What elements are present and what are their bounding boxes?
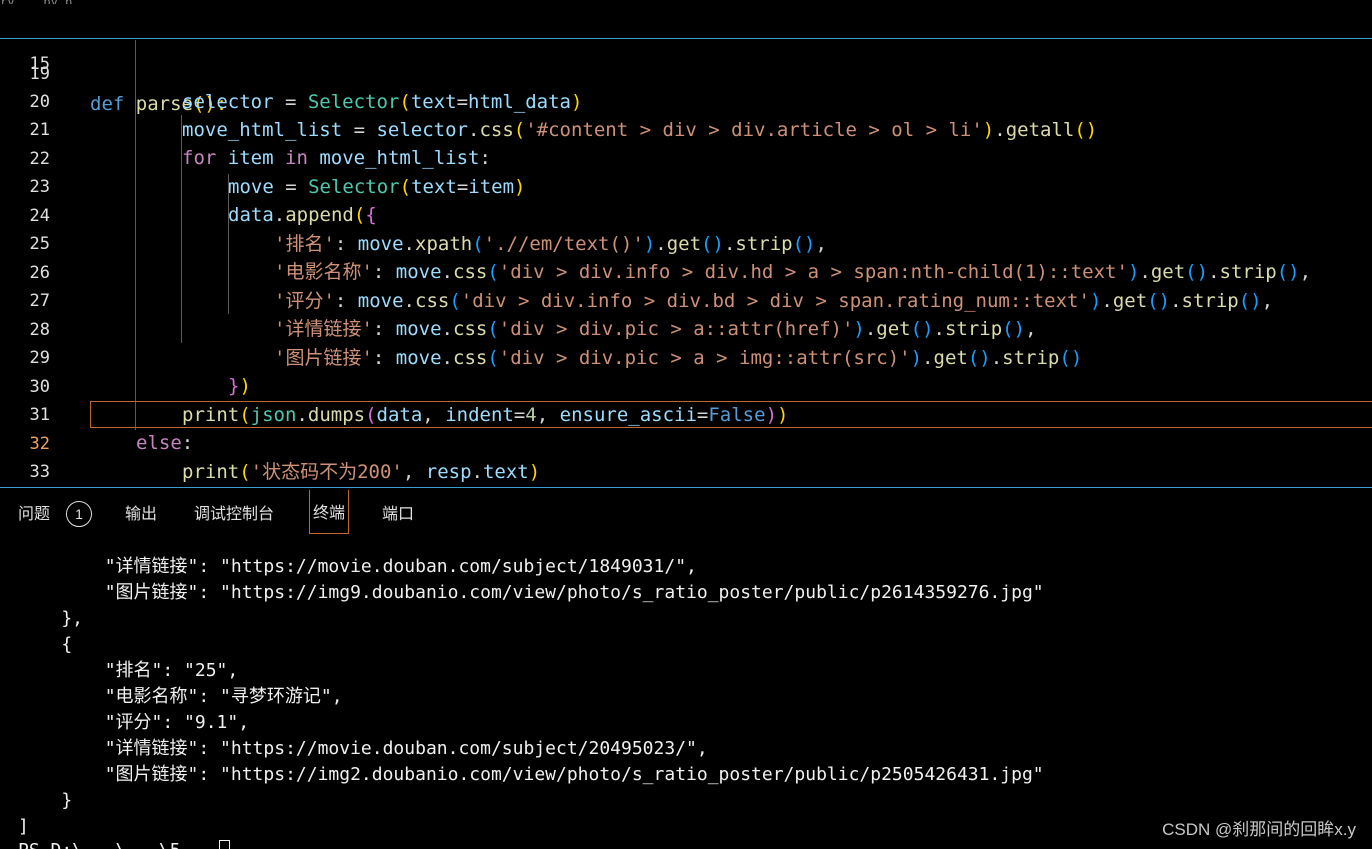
code-line-19[interactable]: 19 selector = Selector(text=html_data)	[0, 31, 1372, 114]
code-line-30[interactable]: 30 print(json.dumps(data, indent=4, ensu…	[0, 344, 1372, 427]
terminal-line: "图片链接": "https://img9.doubanio.com/view/…	[18, 582, 1044, 603]
code-line-27[interactable]: 27 '详情链接': move.css('div > div.pic > a::…	[0, 258, 1372, 341]
tab-ports[interactable]: 端口	[382, 503, 414, 527]
tab-output[interactable]: 输出	[125, 503, 157, 527]
tab-debug-console[interactable]: 调试控制台	[194, 503, 274, 527]
code-editor[interactable]: ry_...py p 15 def parse(): 19 selector =…	[0, 0, 1372, 487]
code-line-22[interactable]: 22 move = Selector(text=item)	[0, 116, 1372, 199]
code-line-32[interactable]: 32 print('状态码不为200', resp.text)	[0, 401, 1372, 484]
problems-count-badge: 1	[66, 501, 92, 527]
terminal-output[interactable]: "详情链接": "https://movie.douban.com/subjec…	[0, 540, 1372, 849]
terminal-cursor	[219, 840, 231, 849]
code-line-23[interactable]: 23 data.append({	[0, 144, 1372, 227]
terminal-line: }	[18, 790, 73, 811]
terminal-line: "详情链接": "https://movie.douban.com/subjec…	[18, 738, 708, 759]
terminal-line: "详情链接": "https://movie.douban.com/subjec…	[18, 556, 697, 577]
code-line-31[interactable]: 31 else:	[0, 372, 1372, 455]
tab-terminal[interactable]: 终端	[309, 490, 350, 534]
terminal-line: "评分": "9.1",	[18, 712, 250, 733]
terminal-line: "排名": "25",	[18, 660, 239, 681]
code-line-34[interactable]: 34	[0, 458, 1372, 487]
terminal-line: "图片链接": "https://img2.doubanio.com/view/…	[18, 764, 1044, 785]
watermark: CSDN @刹那间的回眸x.y	[1162, 820, 1356, 839]
code-line-24[interactable]: 24 '排名': move.xpath('.//em/text()').get(…	[0, 173, 1372, 256]
panel-tab-bar: 问题 1 输出 调试控制台 终端 端口	[0, 488, 1372, 538]
tab-problems[interactable]: 问题	[18, 503, 50, 527]
code-line-29[interactable]: 29 })	[0, 315, 1372, 398]
terminal-prompt-line: PS D:\...\...\5...	[18, 838, 231, 849]
terminal-line: },	[18, 608, 84, 629]
terminal-line: "电影名称": "寻梦环游记",	[18, 686, 343, 707]
code-line-33[interactable]: 33	[0, 429, 1372, 482]
code-line-21[interactable]: 21 for item in move_html_list:	[0, 87, 1372, 170]
code-line-28[interactable]: 28 '图片链接': move.css('div > div.pic > a >…	[0, 287, 1372, 370]
terminal-line: ]	[18, 816, 29, 837]
code-line-26[interactable]: 26 '评分': move.css('div > div.info > div.…	[0, 230, 1372, 313]
code-line-20[interactable]: 20 move_html_list = selector.css('#conte…	[0, 59, 1372, 142]
code-line-25[interactable]: 25 '电影名称': move.css('div > div.info > di…	[0, 201, 1372, 284]
terminal-prompt: PS D:\...\...\5...	[18, 840, 213, 849]
terminal-line: {	[18, 634, 73, 655]
